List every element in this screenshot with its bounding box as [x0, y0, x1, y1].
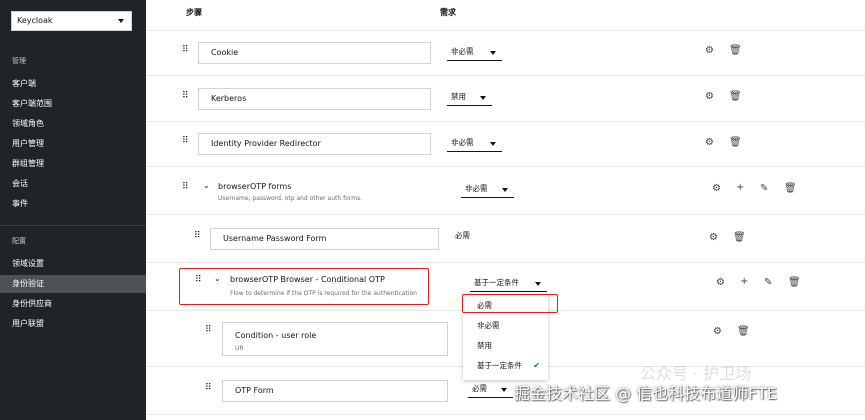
trash-icon[interactable]: 🗑	[784, 184, 797, 194]
nav-item-identity-providers[interactable]: 身份供应商	[0, 295, 146, 313]
row-divider	[146, 214, 865, 215]
watermark: 掘金技术社区 @ 信也科技布道师FTE	[514, 384, 777, 403]
drag-handle-icon[interactable]: ⠿	[205, 383, 212, 393]
realm-selector[interactable]: Keycloak	[11, 11, 132, 31]
requirement-dropdown-otp[interactable]: 必需	[468, 382, 513, 398]
requirement-value: 禁用	[451, 92, 466, 101]
caret-down-icon	[118, 19, 124, 23]
step-name-otp-form: OTP Form	[222, 380, 448, 402]
chevron-down-icon[interactable]: ⌄	[203, 181, 210, 190]
requirement-dropdown-kerberos[interactable]: 禁用	[447, 90, 492, 106]
caret-down-icon	[480, 96, 486, 100]
step-name-condition-user-role: Condition - user role	[235, 331, 317, 340]
nav-item-authentication[interactable]: 身份验证	[0, 275, 146, 293]
drag-handle-icon[interactable]: ⠿	[205, 325, 212, 335]
step-name-kerberos: Kerberos	[198, 88, 431, 110]
nav-item-user-federation[interactable]: 用户联盟	[0, 315, 146, 333]
caret-down-icon	[535, 282, 541, 286]
caret-down-icon	[490, 142, 496, 146]
drag-handle-icon[interactable]: ⠿	[182, 182, 189, 192]
drag-handle-icon[interactable]: ⠿	[194, 231, 201, 241]
requirement-dropdown-forms[interactable]: 非必需	[461, 182, 514, 198]
row-divider	[146, 166, 865, 167]
gear-icon[interactable]: ⚙	[713, 327, 722, 337]
requirement-dropdown-conditional-otp[interactable]: 基于一定条件	[470, 276, 547, 292]
nav-item-realm-settings[interactable]: 领域设置	[0, 255, 146, 273]
annotation-highlight	[179, 268, 429, 305]
flow-title-forms: browserOTP forms	[218, 182, 292, 191]
nav-section-configure: 配置	[12, 237, 26, 245]
nav-item-groups[interactable]: 群组管理	[0, 155, 146, 173]
step-condition-user-role: Condition - user role UR	[222, 322, 448, 356]
requirement-value-upf: 必需	[455, 231, 470, 240]
nav-item-events[interactable]: 事件	[0, 195, 146, 213]
gear-icon[interactable]: ⚙	[705, 92, 714, 102]
requirement-value: 非必需	[451, 47, 474, 56]
requirement-value: 基于一定条件	[474, 278, 519, 287]
gear-icon[interactable]: ⚙	[712, 184, 721, 194]
add-step-icon[interactable]: +	[736, 183, 744, 193]
menu-option-disabled[interactable]: 禁用	[463, 336, 548, 356]
caret-down-icon	[501, 388, 507, 392]
drag-handle-icon[interactable]: ⠿	[182, 136, 189, 146]
nav-item-clients[interactable]: 客户端	[0, 75, 146, 93]
menu-option-alternative[interactable]: 非必需	[463, 316, 548, 336]
check-icon: ✔	[533, 361, 540, 370]
option-label: 基于一定条件	[477, 361, 522, 370]
trash-icon[interactable]: 🗑	[729, 46, 742, 56]
gear-icon[interactable]: ⚙	[705, 46, 714, 56]
gear-icon[interactable]: ⚙	[716, 278, 725, 288]
step-alias: UR	[235, 345, 244, 352]
requirement-dropdown-cookie[interactable]: 非必需	[447, 45, 502, 61]
row-divider	[146, 30, 865, 31]
step-name-cookie: Cookie	[198, 42, 431, 64]
row-divider	[146, 414, 865, 415]
flow-description-forms: Username, password, otp and other auth f…	[218, 195, 363, 202]
step-name-idp-redirector: Identity Provider Redirector	[198, 133, 431, 155]
row-divider	[146, 262, 865, 263]
column-header-requirement: 需求	[440, 8, 456, 17]
requirement-value: 非必需	[451, 138, 474, 147]
nav-item-client-scopes[interactable]: 客户端范围	[0, 95, 146, 113]
requirement-value: 非必需	[465, 184, 488, 193]
drag-handle-icon[interactable]: ⠿	[182, 91, 189, 101]
caret-down-icon	[490, 51, 496, 55]
row-divider	[146, 121, 865, 122]
column-header-steps: 步骤	[186, 8, 202, 17]
menu-option-conditional[interactable]: 基于一定条件 ✔	[463, 356, 548, 376]
pencil-icon[interactable]: ✎	[764, 278, 772, 288]
nav-divider	[0, 225, 146, 226]
caret-down-icon	[502, 188, 508, 192]
trash-icon[interactable]: 🗑	[788, 278, 801, 288]
drag-handle-icon[interactable]: ⠿	[182, 45, 189, 55]
option-label: 禁用	[477, 341, 492, 350]
gear-icon[interactable]: ⚙	[705, 138, 714, 148]
nav-item-sessions[interactable]: 会话	[0, 175, 146, 193]
sidebar: Keycloak 管理 客户端 客户端范围 领域角色 用户管理 群组管理 会话 …	[0, 0, 146, 420]
trash-icon[interactable]: 🗑	[729, 138, 742, 148]
nav-item-users[interactable]: 用户管理	[0, 135, 146, 153]
option-label: 非必需	[477, 321, 500, 330]
realm-name: Keycloak	[17, 16, 53, 25]
trash-icon[interactable]: 🗑	[733, 233, 746, 243]
add-step-icon[interactable]: +	[740, 277, 748, 287]
trash-icon[interactable]: 🗑	[737, 327, 750, 337]
gear-icon[interactable]: ⚙	[709, 233, 718, 243]
requirement-dropdown-idp[interactable]: 非必需	[447, 136, 502, 152]
requirement-value: 必需	[472, 384, 487, 393]
step-name-username-password-form: Username Password Form	[210, 228, 439, 250]
row-divider	[146, 75, 865, 76]
nav-item-realm-roles[interactable]: 领域角色	[0, 115, 146, 133]
trash-icon[interactable]: 🗑	[729, 92, 742, 102]
annotation-highlight-option	[462, 294, 558, 313]
nav-section-manage: 管理	[12, 57, 26, 65]
pencil-icon[interactable]: ✎	[760, 184, 768, 194]
